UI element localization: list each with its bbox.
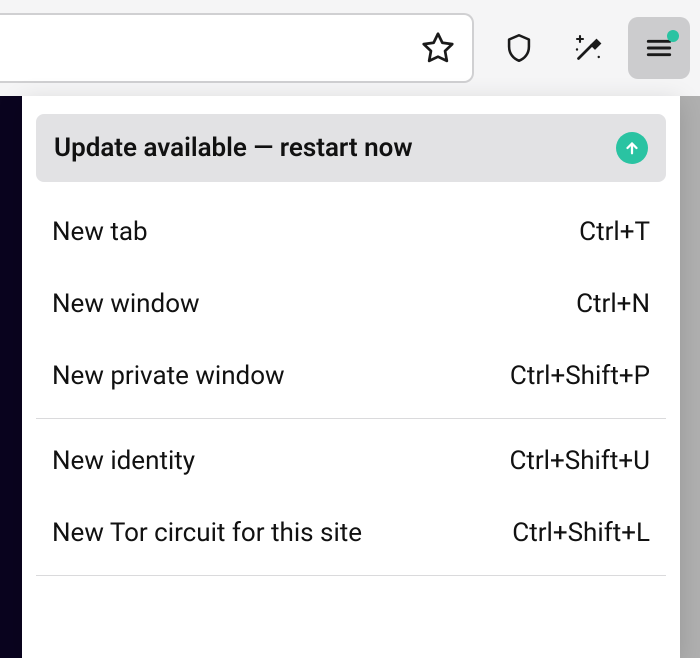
menu-item-label: New identity — [52, 446, 195, 476]
page-background-sliver — [0, 96, 22, 658]
sparkle-broom-icon — [571, 30, 607, 66]
menu-item-new-window[interactable]: New window Ctrl+N — [22, 268, 680, 340]
menu-item-label: New tab — [52, 217, 148, 247]
menu-item-new-identity[interactable]: New identity Ctrl+Shift+U — [22, 425, 680, 497]
menu-item-shortcut: Ctrl+Shift+P — [510, 361, 650, 391]
menu-item-new-tor-circuit[interactable]: New Tor circuit for this site Ctrl+Shift… — [22, 497, 680, 569]
update-notification-dot — [667, 30, 679, 42]
menu-separator — [36, 418, 666, 419]
star-icon[interactable] — [420, 30, 456, 66]
vertical-scrollbar-thumb[interactable] — [680, 96, 700, 658]
menu-item-new-private-window[interactable]: New private window Ctrl+Shift+P — [22, 340, 680, 412]
update-available-banner[interactable]: Update available — restart now — [36, 114, 666, 182]
menu-item-label: New Tor circuit for this site — [52, 518, 362, 548]
menu-item-shortcut: Ctrl+T — [579, 217, 650, 247]
browser-toolbar — [0, 0, 700, 96]
menu-item-shortcut: Ctrl+Shift+L — [512, 518, 650, 548]
menu-item-label: New window — [52, 289, 200, 319]
sparkle-broom-button[interactable] — [558, 17, 620, 79]
menu-separator — [36, 575, 666, 576]
content-area: Update available — restart now New tab C… — [0, 96, 700, 658]
menu-item-shortcut: Ctrl+Shift+U — [509, 446, 650, 476]
app-menu-button[interactable] — [628, 17, 690, 79]
menu-item-label: New private window — [52, 361, 285, 391]
update-banner-label: Update available — restart now — [54, 133, 413, 163]
shield-icon — [502, 31, 536, 65]
url-bar[interactable] — [0, 13, 474, 83]
up-arrow-icon — [616, 132, 648, 164]
shield-button[interactable] — [488, 17, 550, 79]
app-menu-panel: Update available — restart now New tab C… — [22, 96, 680, 658]
vertical-scrollbar-track[interactable] — [680, 96, 700, 658]
menu-item-new-tab[interactable]: New tab Ctrl+T — [22, 196, 680, 268]
menu-item-shortcut: Ctrl+N — [576, 289, 650, 319]
